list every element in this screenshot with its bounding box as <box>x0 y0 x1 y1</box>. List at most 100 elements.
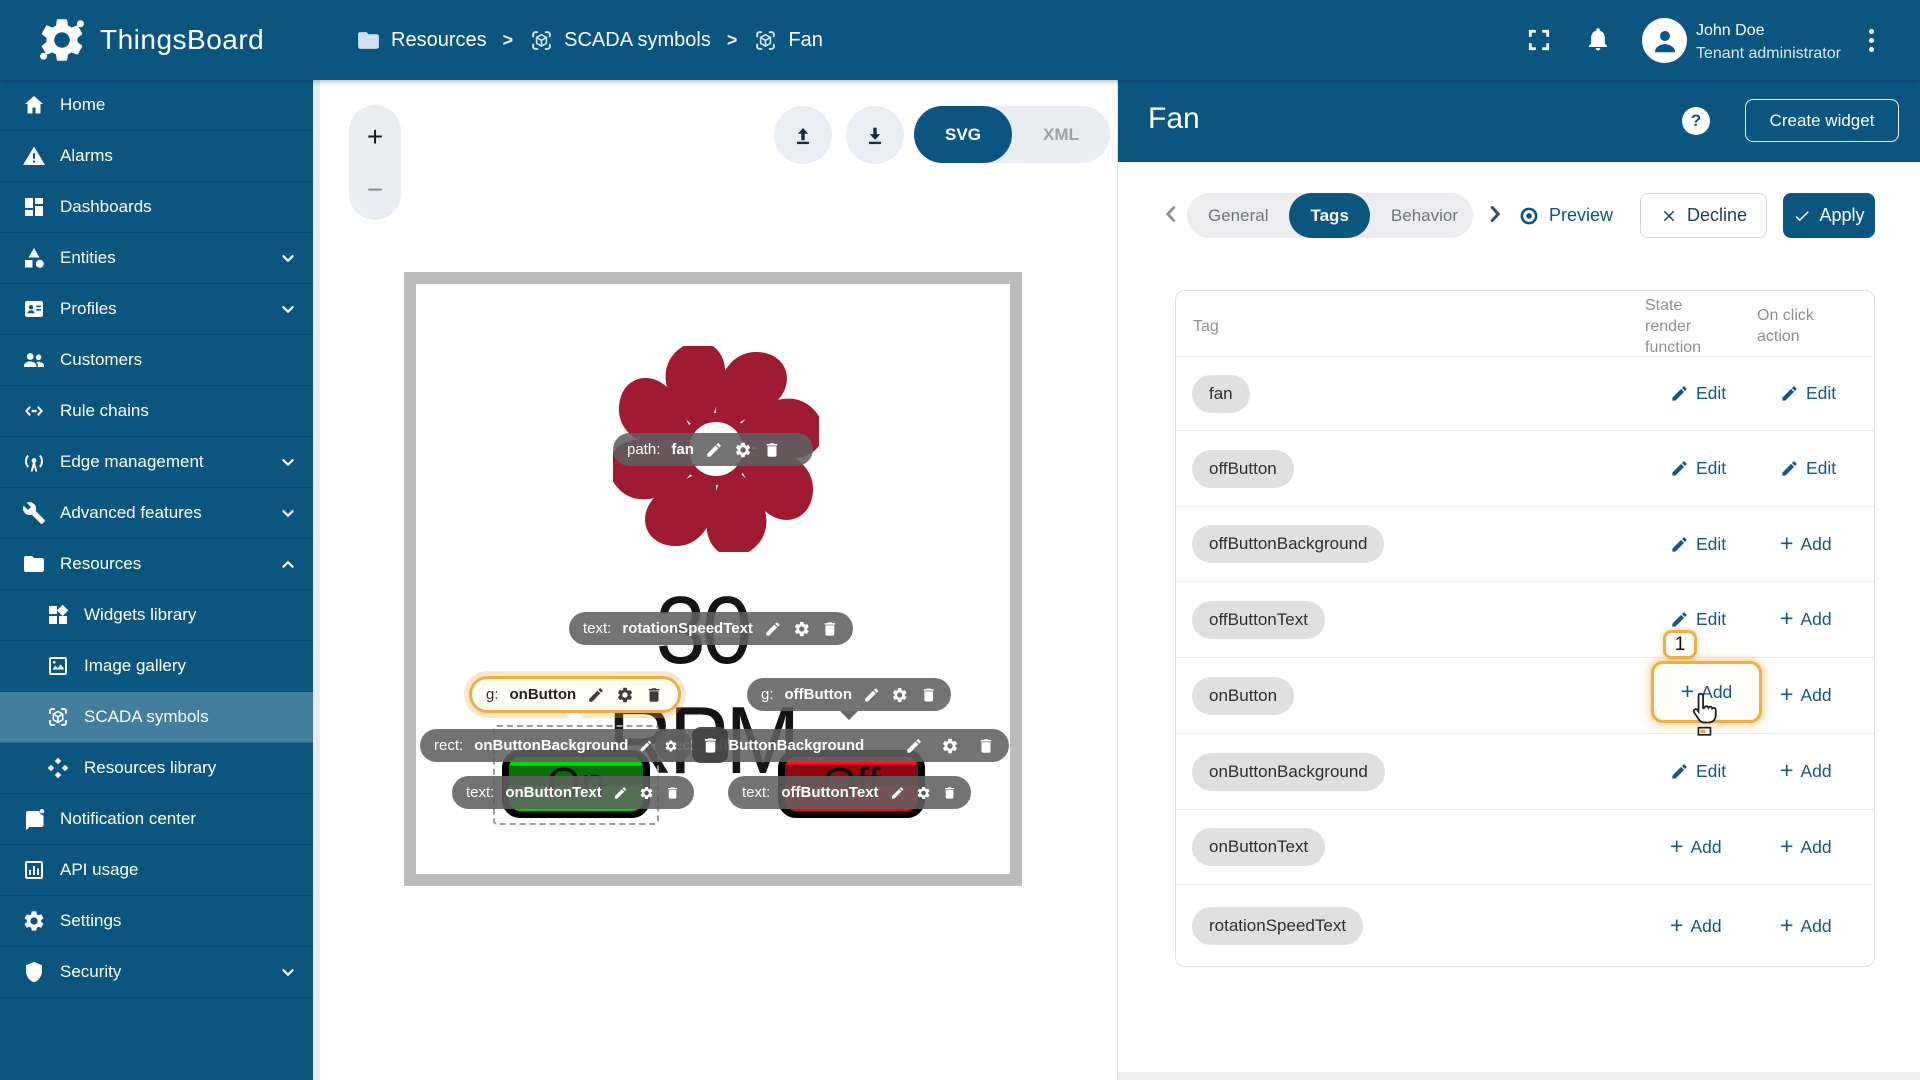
add-on-click-link[interactable]: + Add <box>1780 832 1832 859</box>
tabs-scroll-left-icon[interactable] <box>1158 201 1184 227</box>
panel-scrollbar-track[interactable] <box>1118 1072 1920 1080</box>
sidebar-item-image-gallery[interactable]: Image gallery <box>0 641 313 692</box>
sidebar-item-widgets-library[interactable]: Widgets library <box>0 590 313 641</box>
tab-tags[interactable]: Tags <box>1289 193 1370 238</box>
sidebar-item-scada-symbols[interactable]: SCADA symbols <box>0 692 313 743</box>
sidebar-item-customers[interactable]: Customers <box>0 335 313 386</box>
sidebar-item-alarms[interactable]: Alarms <box>0 131 313 182</box>
help-button[interactable]: ? <box>1682 107 1710 135</box>
pencil-icon[interactable] <box>639 737 653 755</box>
avatar[interactable] <box>1642 18 1687 63</box>
app-logo[interactable]: ThingsBoard <box>36 14 264 66</box>
toggle-svg[interactable]: SVG <box>914 106 1012 163</box>
widgets-icon <box>49 604 69 624</box>
gear-icon[interactable] <box>941 737 959 755</box>
gear-icon[interactable] <box>916 784 931 802</box>
edit-state-render-link[interactable]: Edit <box>1670 609 1726 630</box>
add-on-click-link[interactable]: + Add <box>1780 531 1832 555</box>
trash-icon[interactable] <box>977 737 995 755</box>
sidebar-scrollbar[interactable] <box>313 80 320 1080</box>
add-on-click-link[interactable]: + Add <box>1780 757 1832 783</box>
edit-on-click-link[interactable]: Edit <box>1780 458 1836 479</box>
tag-overlay-onButton-highlighted[interactable]: g: onButton <box>469 676 681 713</box>
edit-state-render-link[interactable]: Edit <box>1670 534 1726 555</box>
apply-button[interactable]: Apply <box>1783 193 1875 238</box>
preview-button[interactable]: Preview <box>1518 193 1613 238</box>
tab-behavior[interactable]: Behavior <box>1370 193 1473 238</box>
edit-state-render-link[interactable]: Edit <box>1670 383 1726 404</box>
gear-icon[interactable] <box>734 441 752 459</box>
fullscreen-icon[interactable] <box>1526 27 1552 53</box>
zoom-in-button[interactable]: + <box>349 113 401 161</box>
sidebar-item-entities[interactable]: Entities <box>0 233 313 284</box>
trash-icon[interactable] <box>692 727 728 763</box>
trash-icon[interactable] <box>920 686 937 704</box>
tag-overlay-onButtonBackground[interactable]: rect: onButtonBackground <box>420 729 692 762</box>
sidebar-item-home[interactable]: Home <box>0 80 313 131</box>
pencil-icon[interactable] <box>705 441 723 459</box>
pencil-icon <box>1782 461 1797 476</box>
tag-overlay-onButtonText[interactable]: text: onButtonText <box>452 776 694 809</box>
add-state-render-link[interactable]: + Add <box>1670 913 1722 937</box>
tag-overlay-offButtonText[interactable]: text: offButtonText <box>728 776 971 809</box>
scada-symbol-icon <box>532 30 551 50</box>
plus-icon: + <box>1780 832 1794 859</box>
sidebar-item-advanced-features[interactable]: Advanced features <box>0 488 313 539</box>
gear-icon[interactable] <box>616 686 634 704</box>
trash-icon[interactable] <box>645 686 663 704</box>
gear-icon[interactable] <box>793 620 811 638</box>
zoom-out-button[interactable]: − <box>349 166 401 214</box>
notifications-bell-icon[interactable] <box>1585 26 1611 52</box>
add-on-click-link[interactable]: + Add <box>1780 607 1832 630</box>
trash-icon[interactable] <box>942 784 957 802</box>
gear-icon[interactable] <box>664 737 678 755</box>
sidebar-item-edge-management[interactable]: Edge management <box>0 437 313 488</box>
tab-general[interactable]: General <box>1187 193 1289 238</box>
pencil-icon[interactable] <box>905 737 923 755</box>
trash-icon[interactable] <box>763 441 781 459</box>
sidebar-item-rule-chains[interactable]: Rule chains <box>0 386 313 437</box>
tag-overlay-fan[interactable]: path: fan <box>613 433 813 466</box>
edit-state-render-link[interactable]: Edit <box>1670 458 1726 479</box>
scada-symbol-icon <box>49 708 67 726</box>
edit-on-click-link[interactable]: Edit <box>1780 383 1836 404</box>
add-state-render-link[interactable]: + Add <box>1670 834 1722 858</box>
top-bar: ThingsBoard Resources > SCADA symbols > … <box>0 0 1920 80</box>
breadcrumb-scada-symbols[interactable]: SCADA symbols <box>529 28 711 53</box>
chevron-down-icon <box>282 255 294 262</box>
upload-button[interactable] <box>774 106 832 164</box>
plus-icon: + <box>1780 757 1794 783</box>
pencil-icon[interactable] <box>613 784 628 802</box>
breadcrumb-fan[interactable]: Fan <box>753 28 823 53</box>
more-menu-icon[interactable] <box>1862 24 1880 56</box>
sidebar-item-api-usage[interactable]: API usage <box>0 845 313 896</box>
pencil-icon[interactable] <box>863 686 880 704</box>
edit-state-render-link[interactable]: Edit <box>1670 761 1726 782</box>
tag-overlay-offButton[interactable]: g: offButton <box>747 678 951 711</box>
breadcrumb-resources[interactable]: Resources <box>356 28 487 53</box>
tabs-scroll-right-icon[interactable] <box>1482 201 1508 227</box>
tag-overlay-rotationSpeedText[interactable]: text: rotationSpeedText <box>569 612 853 645</box>
add-on-click-link[interactable]: + Add <box>1780 913 1832 937</box>
sidebar-item-profiles[interactable]: Profiles <box>0 284 313 335</box>
sidebar-item-dashboards[interactable]: Dashboards <box>0 182 313 233</box>
trash-icon[interactable] <box>665 784 680 802</box>
add-on-click-link[interactable]: + Add <box>1780 683 1832 706</box>
sidebar-item-settings[interactable]: Settings <box>0 896 313 947</box>
sidebar-item-security[interactable]: Security <box>0 947 313 998</box>
gear-icon[interactable] <box>891 686 908 704</box>
sidebar-item-resources-library[interactable]: Resources library <box>0 743 313 794</box>
pencil-icon[interactable] <box>764 620 782 638</box>
sidebar-item-notification-center[interactable]: Notification center <box>0 794 313 845</box>
create-widget-button[interactable]: Create widget <box>1745 99 1899 142</box>
pencil-icon[interactable] <box>890 784 905 802</box>
trash-icon[interactable] <box>821 620 839 638</box>
toggle-xml[interactable]: XML <box>1012 106 1110 163</box>
download-button[interactable] <box>846 106 904 164</box>
sidebar-item-resources[interactable]: Resources <box>0 539 313 590</box>
gear-icon[interactable] <box>639 784 654 802</box>
pencil-icon[interactable] <box>587 686 605 704</box>
decline-button[interactable]: Decline <box>1640 193 1767 238</box>
notification-center-icon <box>26 808 45 831</box>
column-header-state-render: State render function <box>1645 297 1702 357</box>
